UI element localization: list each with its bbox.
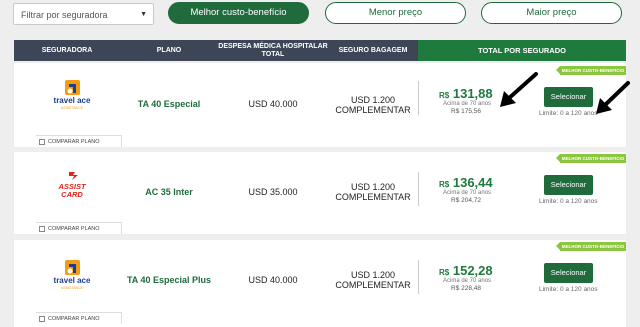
medical-coverage: USD 40.000 [248,99,298,109]
compare-plan-label: COMPARAR PLANO [48,138,100,145]
checkbox-icon [39,138,45,145]
header-bagagem: SEGURO BAGAGEM [338,46,408,54]
age-limit: Limite: 0 a 120 anos [539,286,598,293]
checkbox-icon [39,315,45,322]
travel-ace-logo-text: travel ace [54,276,91,285]
plan-name: TA 40 Especial [137,99,201,109]
table-header: SEGURADORA PLANO DESPESA MÉDICA HOSPITAL… [14,40,626,61]
annotation-arrow-icon [500,72,538,107]
select-plan-button[interactable]: Selecionar [544,87,593,107]
baggage-amount: USD 1.200 [350,182,396,192]
divider [418,81,419,115]
svg-text:CARD: CARD [61,190,83,199]
price-total: R$ 152,28 [439,263,529,278]
baggage-type: COMPLEMENTAR [335,105,411,115]
compare-plan-checkbox[interactable]: COMPARAR PLANO [36,222,122,234]
age-note: Acima de 70 anos [443,278,492,284]
svg-text:ASSISTANCE: ASSISTANCE [61,286,84,290]
best-value-ribbon: MELHOR CUSTO-BENEFÍCIO [556,154,626,163]
travel-ace-logo: travel ace ASSISTANCE [52,259,92,293]
table-row: MELHOR CUSTO-BENEFÍCIO ASSIST CARD COMPA… [14,152,626,234]
header-plano: PLANO [156,46,182,54]
age-note: Acima de 70 anos [443,190,492,196]
price-total: R$ 136,44 [439,175,529,190]
checkbox-icon [39,225,45,232]
select-plan-button[interactable]: Selecionar [544,263,593,283]
baggage-type: COMPLEMENTAR [335,280,411,290]
baggage-type: COMPLEMENTAR [335,192,411,202]
divider [418,260,419,294]
medical-coverage: USD 35.000 [248,187,298,197]
medical-coverage: USD 40.000 [248,275,298,285]
baggage-amount: USD 1.200 [350,95,396,105]
insurer-filter-select[interactable]: Filtrar por seguradora ▼ [13,3,154,25]
header-seguradora: SEGURADORA [41,46,93,54]
chevron-down-icon: ▼ [140,11,147,18]
assist-card-logo: ASSIST CARD [52,170,92,204]
header-despesa: DESPESA MÉDICA HOSPITALAR TOTAL [218,42,328,58]
select-plan-button[interactable]: Selecionar [544,175,593,195]
compare-plan-label: COMPARAR PLANO [48,315,100,322]
price-over-70: R$ 204,72 [451,197,481,204]
travel-ace-logo: travel ace ASSISTANCE [52,79,92,113]
age-limit: Limite: 0 a 120 anos [539,198,598,205]
baggage-coverage: USD 1.200 COMPLEMENTAR [328,182,418,202]
compare-plan-label: COMPARAR PLANO [48,225,100,232]
svg-text:ASSISTANCE: ASSISTANCE [61,106,84,110]
currency-symbol: R$ [439,268,450,277]
plan-name: TA 40 Especial Plus [126,275,212,285]
filter-bar: Filtrar por seguradora ▼ Melhor custo-be… [0,0,640,36]
annotation-arrow-icon [596,81,630,114]
baggage-amount: USD 1.200 [350,270,396,280]
divider [418,172,419,206]
plan-name: AC 35 Inter [145,187,193,197]
sort-best-value-button[interactable]: Melhor custo-benefício [168,2,309,24]
table-row: MELHOR CUSTO-BENEFÍCIO travel ace ASSIST… [14,240,626,327]
price-block: R$ 152,28 Acima de 70 anos R$ 228,48 [439,263,529,292]
price-value: 131,88 [452,86,493,101]
compare-plan-checkbox[interactable]: COMPARAR PLANO [36,312,122,324]
baggage-coverage: USD 1.200 COMPLEMENTAR [328,270,418,290]
price-value: 136,44 [452,175,493,190]
currency-symbol: R$ [439,91,450,100]
insurer-filter-placeholder: Filtrar por seguradora [21,10,108,20]
price-over-70: R$ 228,48 [451,285,481,292]
price-block: R$ 136,44 Acima de 70 anos R$ 204,72 [439,175,529,204]
sort-highest-price-button[interactable]: Maior preço [481,2,622,24]
currency-symbol: R$ [439,180,450,189]
best-value-ribbon: MELHOR CUSTO-BENEFÍCIO [556,66,626,75]
baggage-coverage: USD 1.200 COMPLEMENTAR [328,95,418,115]
compare-plan-checkbox[interactable]: COMPARAR PLANO [36,135,122,147]
sort-lowest-price-button[interactable]: Menor preço [325,2,466,24]
price-value: 152,28 [452,263,493,278]
best-value-ribbon: MELHOR CUSTO-BENEFÍCIO [556,242,626,251]
travel-ace-logo-text: travel ace [54,96,91,105]
header-total: TOTAL POR SEGURADO [418,40,626,61]
